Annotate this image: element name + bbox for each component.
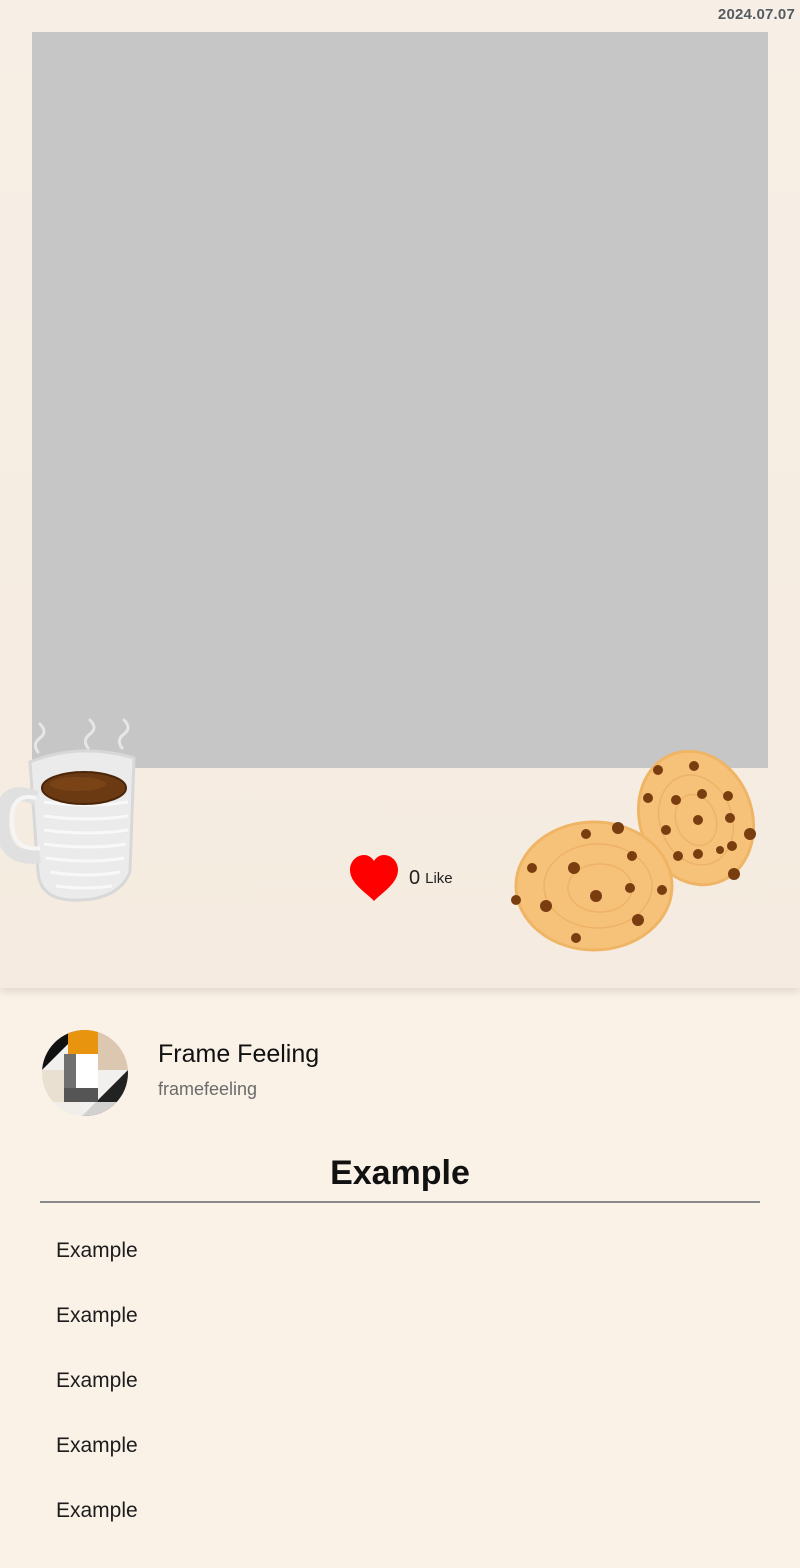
list-item[interactable]: Example: [56, 1495, 138, 1560]
example-list: Example Example Example Example Example: [56, 1235, 138, 1560]
list-item[interactable]: Example: [56, 1300, 138, 1365]
section-title: Example: [330, 1154, 470, 1192]
cookies-illustration: [511, 750, 756, 952]
profile-handle[interactable]: framefeeling: [158, 1079, 319, 1100]
list-item[interactable]: Example: [56, 1235, 138, 1300]
profile-section: Frame Feeling framefeeling: [42, 1030, 319, 1116]
post-card: 2024.07.07 0 Like: [0, 0, 800, 988]
list-item[interactable]: Example: [56, 1430, 138, 1495]
post-date: 2024.07.07: [717, 6, 795, 23]
list-item[interactable]: Example: [56, 1365, 138, 1430]
profile-name[interactable]: Frame Feeling: [158, 1040, 319, 1069]
like-label: Like: [425, 869, 453, 887]
divider: [40, 1201, 760, 1203]
heart-icon[interactable]: [348, 854, 400, 902]
avatar[interactable]: [42, 1030, 128, 1116]
framefeeling-logo: [42, 1030, 128, 1116]
like-count: 0: [409, 866, 421, 889]
coffee-mug-illustration: [0, 718, 136, 902]
photo-placeholder[interactable]: [32, 32, 768, 768]
like-control[interactable]: 0 Like: [348, 853, 453, 903]
